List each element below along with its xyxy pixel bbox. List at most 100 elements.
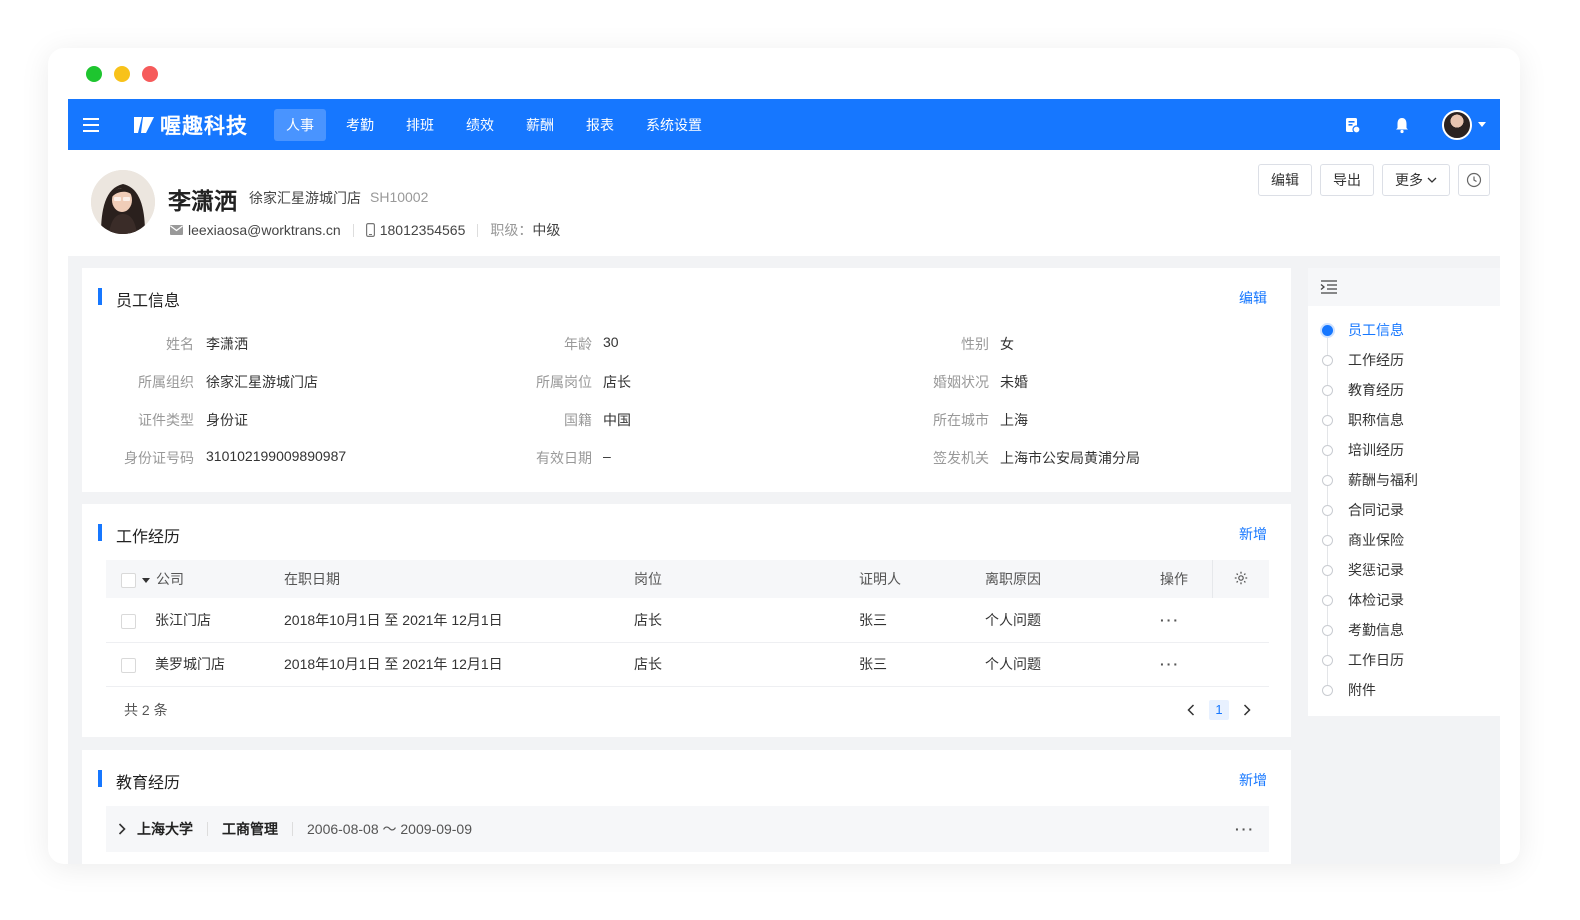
main-nav: 人事 考勤 排班 绩效 薪酬 报表 系统设置 <box>274 108 714 141</box>
toc-item-work-history[interactable]: 工作经历 <box>1322 350 1418 380</box>
field-label: 国籍 <box>564 412 592 428</box>
app-window: 喔趣科技 人事 考勤 排班 绩效 薪酬 报表 系统设置 李潇洒 徐家汇星游城门店… <box>48 48 1520 864</box>
row-checkbox[interactable] <box>121 613 136 629</box>
brand-logo[interactable]: 喔趣科技 <box>132 110 248 140</box>
window-controls <box>86 66 158 82</box>
employee-code: SH10002 <box>370 189 429 205</box>
menu-icon[interactable] <box>68 99 114 150</box>
field-label: 有效日期 <box>536 450 592 466</box>
field-value: 李潇洒 <box>206 336 248 352</box>
profile-avatar <box>91 170 155 234</box>
user-menu[interactable] <box>1442 109 1486 140</box>
maximize-button[interactable] <box>86 66 102 82</box>
report-icon[interactable] <box>1342 115 1362 135</box>
cell-dates: 2018年10月1日 至 2021年 12月1日 <box>284 598 634 643</box>
school-name: 上海大学 <box>137 821 193 837</box>
toc-item-contracts[interactable]: 合同记录 <box>1322 500 1418 530</box>
work-history-table: 公司 在职日期 岗位 证明人 离职原因 操作 张江门店 2018年10月1日 至… <box>106 560 1269 687</box>
toc-item-compensation[interactable]: 薪酬与福利 <box>1322 470 1418 500</box>
add-work-link[interactable]: 新增 <box>1239 524 1267 544</box>
top-nav-bar: 喔趣科技 人事 考勤 排班 绩效 薪酬 报表 系统设置 <box>68 99 1500 150</box>
column-header-ops: 操作 <box>1160 560 1212 598</box>
add-education-link[interactable]: 新增 <box>1239 770 1267 790</box>
close-button[interactable] <box>142 66 158 82</box>
page-number[interactable]: 1 <box>1209 700 1229 720</box>
total-count: 共 2 条 <box>124 702 168 718</box>
nav-item-performance[interactable]: 绩效 <box>454 109 506 141</box>
employee-info-card: 员工信息 编辑 姓名 李潇洒 年龄 30 性别 女 所属组织 徐家汇星游城门店 … <box>82 268 1291 492</box>
chevron-down-icon <box>1427 177 1437 183</box>
nav-item-attendance[interactable]: 考勤 <box>334 109 386 141</box>
column-settings[interactable] <box>1211 560 1269 598</box>
outline-icon[interactable] <box>1320 280 1338 294</box>
minimize-button[interactable] <box>114 66 130 82</box>
more-actions-icon[interactable]: ··· <box>1160 612 1180 628</box>
nav-item-hr[interactable]: 人事 <box>274 108 326 141</box>
clock-icon <box>1466 172 1482 188</box>
field-label: 证件类型 <box>138 412 194 428</box>
cell-dates: 2018年10月1日 至 2021年 12月1日 <box>284 642 634 687</box>
chevron-right-icon[interactable] <box>1243 704 1251 716</box>
cell-reason: 个人问题 <box>985 642 1160 687</box>
history-button[interactable] <box>1458 164 1490 196</box>
toc-item-training[interactable]: 培训经历 <box>1322 440 1418 470</box>
toc-item-health-check[interactable]: 体检记录 <box>1322 590 1418 620</box>
major-name: 工商管理 <box>222 821 278 837</box>
toc-item-attachments[interactable]: 附件 <box>1322 680 1418 710</box>
toc-item-attendance[interactable]: 考勤信息 <box>1322 620 1418 650</box>
user-avatar[interactable] <box>1442 109 1472 140</box>
chevron-left-icon[interactable] <box>1187 704 1195 716</box>
chevron-down-icon <box>1478 122 1486 127</box>
field-value: 30 <box>603 334 619 350</box>
caret-down-icon[interactable] <box>142 577 150 583</box>
toc-item-work-calendar[interactable]: 工作日历 <box>1322 650 1418 680</box>
nav-item-reports[interactable]: 报表 <box>574 109 626 141</box>
section-title: 教育经历 <box>98 769 180 793</box>
column-header-dates: 在职日期 <box>284 560 634 598</box>
employee-name: 李潇洒 <box>168 188 237 214</box>
toc-item-rewards[interactable]: 奖惩记录 <box>1322 560 1418 590</box>
brand-name: 喔趣科技 <box>160 114 248 138</box>
edit-button[interactable]: 编辑 <box>1258 164 1312 196</box>
employee-email[interactable]: leexiaosa@worktrans.cn <box>188 222 341 238</box>
cell-reason: 个人问题 <box>985 598 1160 643</box>
edit-info-link[interactable]: 编辑 <box>1239 288 1267 308</box>
toc-item-titles[interactable]: 职称信息 <box>1322 410 1418 440</box>
phone-icon <box>365 223 375 237</box>
row-checkbox[interactable] <box>121 657 136 673</box>
table-row[interactable]: 张江门店 2018年10月1日 至 2021年 12月1日 店长 张三 个人问题… <box>106 598 1269 643</box>
field-value: 310102199009890987 <box>206 448 347 464</box>
profile-header: 李潇洒 徐家汇星游城门店 SH10002 leexiaosa@worktrans… <box>68 150 1500 256</box>
field-label: 所属岗位 <box>536 374 592 390</box>
more-button[interactable]: 更多 <box>1382 164 1450 196</box>
education-card: 教育经历 新增 上海大学 工商管理 2006-08-08 ～ 2009-09-0… <box>82 750 1291 864</box>
field-value: – <box>603 448 611 464</box>
section-title: 员工信息 <box>98 287 180 311</box>
toc-item-employee-info[interactable]: 员工信息 <box>1322 320 1418 350</box>
column-header-position: 岗位 <box>634 560 859 598</box>
field-label: 所在城市 <box>933 412 989 428</box>
column-header-reference: 证明人 <box>859 560 985 598</box>
education-row[interactable]: 上海大学 工商管理 2006-08-08 ～ 2009-09-09 ··· <box>106 806 1269 852</box>
nav-item-payroll[interactable]: 薪酬 <box>514 109 566 141</box>
field-label: 所属组织 <box>138 374 194 390</box>
chevron-right-icon[interactable] <box>118 823 126 835</box>
more-actions-icon[interactable]: ··· <box>1235 821 1255 837</box>
toc-list: 员工信息 工作经历 教育经历 职称信息 培训经历 薪酬与福利 合同记录 商业保险… <box>1322 320 1418 710</box>
export-button[interactable]: 导出 <box>1320 164 1374 196</box>
field-value: 上海 <box>1000 412 1028 428</box>
more-actions-icon[interactable]: ··· <box>1160 656 1180 672</box>
table-row[interactable]: 美罗城门店 2018年10月1日 至 2021年 12月1日 店长 张三 个人问… <box>106 642 1269 687</box>
nav-item-scheduling[interactable]: 排班 <box>394 109 446 141</box>
field-value: 未婚 <box>1000 374 1028 390</box>
bell-icon[interactable] <box>1392 115 1412 135</box>
toc-item-insurance[interactable]: 商业保险 <box>1322 530 1418 560</box>
select-all-checkbox[interactable] <box>121 572 136 588</box>
nav-item-settings[interactable]: 系统设置 <box>634 109 714 141</box>
level-label: 职级： <box>490 222 533 238</box>
employee-phone: 18012354565 <box>379 222 466 238</box>
cell-reference: 张三 <box>859 598 985 643</box>
column-header-company: 公司 <box>106 560 284 598</box>
gear-icon[interactable] <box>1234 571 1248 585</box>
toc-item-education[interactable]: 教育经历 <box>1322 380 1418 410</box>
